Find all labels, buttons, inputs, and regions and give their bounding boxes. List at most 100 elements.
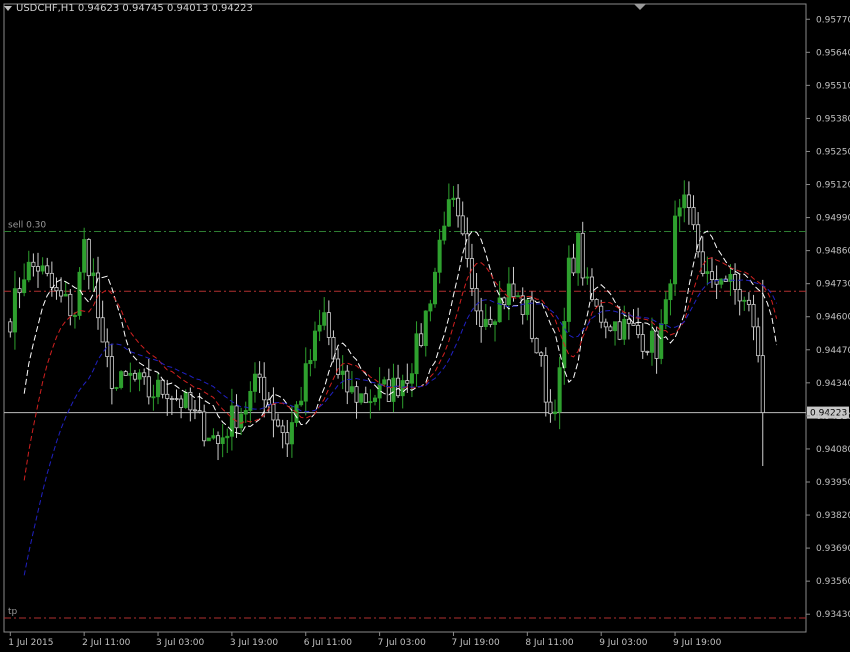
candle-body bbox=[409, 373, 414, 384]
candle-body bbox=[340, 370, 345, 375]
candle-body bbox=[234, 405, 239, 429]
candle-body bbox=[529, 299, 534, 339]
candle-body bbox=[465, 233, 470, 259]
y-tick-label: 0.95770 bbox=[816, 15, 850, 25]
candle-body bbox=[756, 326, 761, 357]
candle-body bbox=[257, 373, 262, 378]
candle-body bbox=[414, 333, 419, 375]
candle-body bbox=[26, 261, 31, 281]
candle-body bbox=[151, 396, 156, 399]
candle-body bbox=[114, 387, 119, 389]
candle-body bbox=[202, 411, 207, 442]
candle-body bbox=[705, 271, 710, 274]
y-tick-label: 0.95510 bbox=[816, 81, 850, 91]
candle-body bbox=[45, 265, 50, 274]
y-tick-label: 0.94080 bbox=[816, 445, 850, 455]
candle-body bbox=[645, 350, 650, 353]
candle-body bbox=[322, 312, 327, 326]
candle-body bbox=[419, 333, 424, 347]
y-tick-label: 0.93690 bbox=[816, 544, 850, 554]
dropdown-triangle-icon[interactable] bbox=[4, 5, 12, 11]
candle-body bbox=[594, 299, 599, 307]
candle-body bbox=[677, 207, 682, 217]
y-tick-label: 0.95640 bbox=[816, 48, 850, 58]
candle-body bbox=[285, 432, 290, 445]
candle-body bbox=[192, 409, 197, 412]
candle-body bbox=[479, 310, 484, 327]
candle-body bbox=[326, 312, 331, 338]
candle-body bbox=[280, 425, 285, 434]
candle-body bbox=[86, 239, 91, 277]
x-tick-label: 3 Jul 03:00 bbox=[156, 638, 205, 648]
candle-body bbox=[72, 315, 77, 317]
candle-body bbox=[474, 288, 479, 312]
candle-body bbox=[165, 393, 170, 399]
candle-body bbox=[91, 272, 96, 277]
candle-body bbox=[59, 290, 64, 297]
x-tick-label: 2 Jul 11:00 bbox=[82, 638, 131, 648]
candle-body bbox=[308, 359, 313, 365]
candle-body bbox=[548, 401, 553, 415]
candle-body bbox=[553, 411, 558, 415]
candle-body bbox=[497, 297, 502, 323]
candle-body bbox=[566, 257, 571, 322]
close-price: 0.94223 bbox=[211, 3, 253, 14]
candle-body bbox=[248, 390, 253, 411]
candle-body bbox=[276, 419, 281, 427]
ma-slow-line bbox=[23, 279, 778, 576]
candle-body bbox=[557, 367, 562, 413]
candle-body bbox=[77, 271, 82, 316]
level-label: tp bbox=[8, 607, 18, 617]
candle-body bbox=[506, 283, 511, 305]
candle-body bbox=[179, 398, 184, 408]
candle-body bbox=[100, 317, 105, 343]
time-axis: 1 Jul 2015 2 Jul 11:00 3 Jul 03:00 3 Jul 19… bbox=[8, 632, 722, 648]
candle-body bbox=[303, 363, 308, 402]
level-label: sell 0.30 bbox=[8, 221, 46, 231]
high-price: 0.94745 bbox=[122, 3, 164, 14]
candle-body bbox=[636, 325, 641, 335]
y-tick-label: 0.94340 bbox=[816, 379, 850, 389]
y-tick-label: 0.95120 bbox=[816, 181, 850, 191]
candle-body bbox=[17, 288, 22, 294]
candle-body bbox=[68, 293, 73, 317]
candle-body bbox=[354, 386, 359, 403]
candle-body bbox=[40, 265, 45, 272]
candle-body bbox=[737, 289, 742, 302]
candle-body bbox=[363, 393, 368, 404]
candle-body bbox=[359, 393, 364, 403]
candle-body bbox=[631, 322, 636, 326]
y-tick-label: 0.94730 bbox=[816, 280, 850, 290]
y-tick-label: 0.93430 bbox=[816, 610, 850, 620]
price-chart[interactable]: sell 0.30 tp 0.94223 0.95770 0.95640 0.95510… bbox=[0, 0, 850, 652]
candle-body bbox=[82, 239, 87, 273]
candle-body bbox=[686, 194, 691, 208]
candle-body bbox=[709, 271, 714, 281]
candle-body bbox=[626, 318, 631, 324]
candle-body bbox=[169, 398, 174, 400]
candle-body bbox=[345, 370, 350, 393]
candle-body bbox=[225, 435, 230, 439]
candle-body bbox=[31, 261, 36, 267]
candle-body bbox=[733, 274, 738, 290]
candle-body bbox=[442, 225, 447, 241]
candle-body bbox=[243, 410, 248, 415]
candle-body bbox=[216, 435, 221, 444]
open-price: 0.94623 bbox=[77, 3, 120, 14]
chart-shift-marker[interactable] bbox=[634, 4, 646, 10]
candle-body bbox=[174, 398, 179, 400]
y-tick-label: 0.93820 bbox=[816, 511, 850, 521]
candle-body bbox=[137, 372, 142, 380]
candle-body bbox=[446, 199, 451, 227]
candle-body bbox=[585, 276, 590, 279]
x-tick-label: 7 Jul 03:00 bbox=[378, 638, 427, 648]
candle-body bbox=[197, 410, 202, 413]
candle-body bbox=[386, 379, 391, 402]
candle-body bbox=[391, 377, 396, 402]
candle-body bbox=[599, 305, 604, 323]
candle-body bbox=[206, 437, 211, 442]
candle-body bbox=[239, 413, 244, 429]
low-price: 0.94013 bbox=[166, 3, 209, 14]
candle-body bbox=[469, 258, 474, 289]
candle-body bbox=[289, 422, 294, 445]
